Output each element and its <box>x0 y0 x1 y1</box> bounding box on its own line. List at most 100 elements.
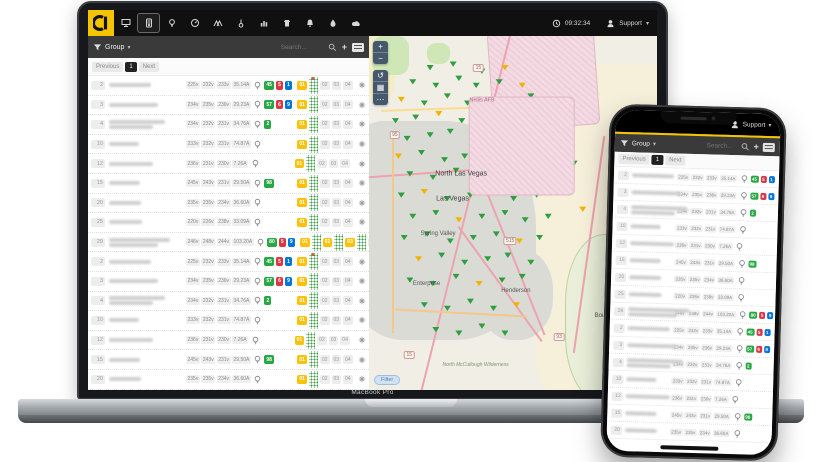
device-marker-ok[interactable] <box>455 75 462 81</box>
lightbulb-icon[interactable] <box>160 10 183 36</box>
schedule-slot[interactable]: 04 <box>343 296 353 305</box>
schedule-slot[interactable]: 01 <box>297 277 307 286</box>
device-marker-warning[interactable] <box>398 96 405 102</box>
schedule-slot[interactable]: 02 <box>320 179 330 188</box>
schedule-slot[interactable]: 01 <box>297 81 307 90</box>
row-settings-icon[interactable] <box>358 336 366 344</box>
group-filter[interactable]: Group <box>632 140 650 148</box>
schedule-slot[interactable]: 04 <box>340 336 350 345</box>
search-input[interactable] <box>281 44 323 51</box>
next-page-button[interactable]: Next <box>139 62 159 72</box>
schedule-slot[interactable]: 04 <box>343 100 353 109</box>
table-row[interactable]: 12236v231v230v7.26A01020304 <box>88 331 369 351</box>
row-settings-icon[interactable] <box>358 297 366 305</box>
device-marker-ok[interactable] <box>421 100 428 106</box>
cloud-icon[interactable] <box>344 10 367 36</box>
more-options-icon[interactable]: ⋯ <box>373 94 388 105</box>
transformer-icon[interactable] <box>275 10 298 36</box>
device-marker-ok[interactable] <box>450 61 457 67</box>
schedule-slot[interactable]: 02 <box>320 375 330 384</box>
row-settings-icon[interactable] <box>358 160 366 168</box>
row-settings-icon[interactable] <box>358 140 366 148</box>
table-row[interactable]: 20235v235v234v36.60A01020304 <box>88 194 369 214</box>
table-row[interactable]: 29246v248v244v103.20A805901020304 <box>88 233 369 253</box>
row-settings-icon[interactable] <box>358 258 366 266</box>
schedule-slot[interactable]: 01 <box>297 257 307 266</box>
schedule-slot[interactable]: 03 <box>332 218 342 227</box>
layers-icon[interactable]: ▦ <box>373 82 388 94</box>
user-menu[interactable]: Support <box>619 20 642 27</box>
schedule-slot[interactable]: 03 <box>332 120 342 129</box>
schedule-slot[interactable]: 02 <box>317 159 327 168</box>
schedule-slot[interactable]: 02 <box>320 218 330 227</box>
schedule-slot[interactable]: 02 <box>320 277 330 286</box>
schedule-slot[interactable]: 01 <box>297 355 307 364</box>
row-settings-icon[interactable] <box>358 179 366 187</box>
monitor-icon[interactable] <box>114 10 137 36</box>
schedule-slot[interactable]: 03 <box>332 179 342 188</box>
schedule-slot[interactable]: 01 <box>297 140 307 149</box>
table-row[interactable]: 10233v232v231v74.87A01020304 <box>88 311 369 331</box>
schedule-slot[interactable]: 04 <box>343 81 353 90</box>
schedule-slot[interactable]: 02 <box>320 100 330 109</box>
schedule-slot[interactable]: 04 <box>343 355 353 364</box>
device-marker-ok[interactable] <box>464 100 471 106</box>
device-marker-ok[interactable] <box>444 93 451 99</box>
table-row[interactable]: 3234v235v236v29.23A576901020304 <box>88 96 369 116</box>
device-marker-ok[interactable] <box>513 128 520 134</box>
table-view-icon[interactable] <box>352 43 364 52</box>
device-marker-ok[interactable] <box>432 82 439 88</box>
device-marker-warning[interactable] <box>435 110 442 116</box>
gauge-icon[interactable] <box>183 10 206 36</box>
schedule-slot[interactable]: 02 <box>320 81 330 90</box>
schedule-slot[interactable]: 01 <box>300 238 310 247</box>
table-row[interactable]: 15245v243v231v29.50A9801020304 <box>88 174 369 194</box>
schedule-slot[interactable]: 01 <box>297 316 307 325</box>
table-row[interactable]: 10233v232v231v74.87A01020304 <box>88 135 369 155</box>
zoom-out-button[interactable]: − <box>373 53 388 64</box>
user-menu[interactable]: Support <box>743 121 766 129</box>
schedule-slot[interactable]: 04 <box>343 218 353 227</box>
schedule-slot[interactable]: 03 <box>345 238 355 247</box>
row-settings-icon[interactable] <box>358 81 366 89</box>
schedule-slot[interactable]: 02 <box>320 257 330 266</box>
schedule-slot[interactable]: 03 <box>332 316 342 325</box>
row-settings-icon[interactable] <box>358 316 366 324</box>
schedule-slot[interactable]: 01 <box>297 179 307 188</box>
schedule-slot[interactable]: 03 <box>329 159 339 168</box>
search-input[interactable] <box>706 142 736 150</box>
phone-home-indicator[interactable] <box>660 445 718 451</box>
schedule-slot[interactable]: 04 <box>343 375 353 384</box>
schedule-slot[interactable]: 04 <box>343 198 353 207</box>
add-button[interactable]: + <box>753 142 759 151</box>
row-settings-icon[interactable] <box>358 356 366 364</box>
phone-table-row[interactable]: 20235v235v234v36.60A <box>607 422 772 444</box>
device-marker-ok[interactable] <box>473 82 480 88</box>
schedule-slot[interactable]: 02 <box>320 316 330 325</box>
brand-logo-icon[interactable] <box>88 10 114 36</box>
zoom-in-button[interactable]: + <box>373 41 388 53</box>
schedule-slot[interactable]: 02 <box>323 238 333 247</box>
table-row[interactable]: 12236v231v230v7.26A01020304 <box>88 154 369 174</box>
row-settings-icon[interactable] <box>358 375 366 383</box>
schedule-slot[interactable]: 03 <box>329 336 339 345</box>
schedule-slot[interactable]: 04 <box>343 120 353 129</box>
schedule-slot[interactable]: 03 <box>332 81 342 90</box>
chevron-down-icon[interactable]: ▾ <box>768 122 771 129</box>
row-settings-icon[interactable] <box>358 101 366 109</box>
row-settings-icon[interactable] <box>358 199 366 207</box>
schedule-slot[interactable]: 01 <box>295 159 305 168</box>
schedule-slot[interactable]: 01 <box>297 375 307 384</box>
chevron-down-icon[interactable]: ▾ <box>653 140 656 147</box>
search-icon[interactable] <box>740 142 749 151</box>
schedule-slot[interactable]: 02 <box>320 140 330 149</box>
filter-icon[interactable] <box>620 138 629 147</box>
row-settings-icon[interactable] <box>358 120 366 128</box>
schedule-slot[interactable]: 04 <box>343 277 353 286</box>
schedule-slot[interactable]: 01 <box>295 336 305 345</box>
chevron-down-icon[interactable]: ▾ <box>646 20 649 27</box>
table-row[interactable]: 2225v232v233v35.14A455101020304 <box>88 252 369 272</box>
towers-icon[interactable] <box>206 10 229 36</box>
droplet-icon[interactable] <box>321 10 344 36</box>
schedule-slot[interactable]: 01 <box>297 120 307 129</box>
